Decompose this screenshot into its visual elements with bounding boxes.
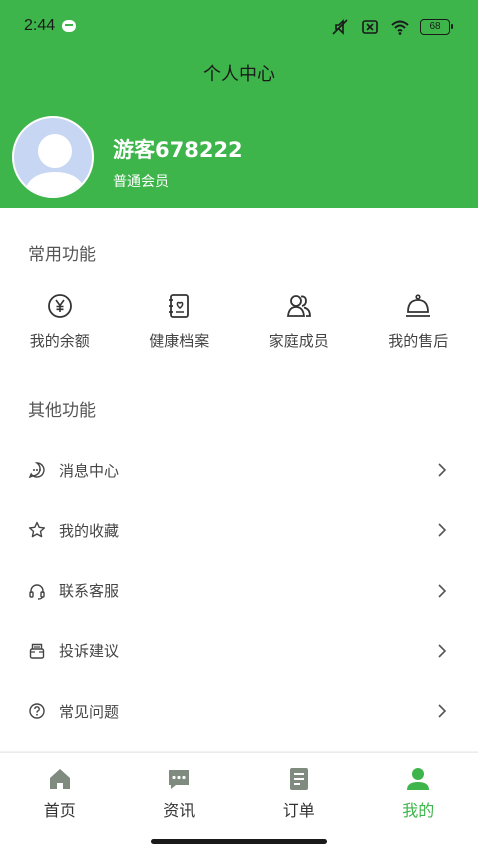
- features-card: 常用功能 我的余额 健康档案 家庭成员 我的售后 其他功能 消息中心 我的收藏 …: [0, 208, 478, 751]
- common-features-title: 常用功能: [28, 245, 96, 265]
- headset-icon: [29, 583, 45, 600]
- battery-indicator: 68: [420, 19, 453, 35]
- news-icon: [169, 770, 190, 789]
- tab-label: 首页: [43, 801, 76, 820]
- wifi-icon: [391, 20, 409, 35]
- health-record-icon: [169, 294, 190, 318]
- bottom-tab-bar: 首页 资讯 订单 我的: [0, 752, 478, 850]
- list-item-label: 我的收藏: [59, 521, 120, 540]
- message-icon: [28, 462, 45, 479]
- feature-after-sales[interactable]: 我的售后: [359, 292, 478, 362]
- list-item-label: 常见问题: [59, 702, 120, 721]
- tab-news[interactable]: 资讯: [120, 753, 240, 823]
- chevron-right-icon: [438, 523, 447, 537]
- tab-label: 我的: [402, 801, 435, 820]
- user-name: 游客678222: [113, 138, 243, 162]
- feature-label: 我的售后: [388, 332, 449, 350]
- list-item-message-center[interactable]: 消息中心: [0, 440, 478, 500]
- home-icon: [49, 769, 70, 789]
- list-item-my-favorites[interactable]: 我的收藏: [0, 500, 478, 560]
- feature-label: 我的余额: [29, 332, 90, 350]
- chevron-right-icon: [438, 644, 447, 658]
- feature-health-record[interactable]: 健康档案: [120, 292, 240, 362]
- chevron-right-icon: [438, 704, 447, 718]
- tab-label: 订单: [282, 801, 315, 820]
- tab-home[interactable]: 首页: [0, 753, 120, 823]
- page-title: 个人中心: [203, 64, 275, 85]
- feature-label: 健康档案: [149, 332, 210, 350]
- list-item-contact-service[interactable]: 联系客服: [0, 561, 478, 621]
- home-indicator[interactable]: [151, 839, 327, 844]
- feature-family-members[interactable]: 家庭成员: [239, 292, 359, 362]
- list-item-complaints[interactable]: 投诉建议: [0, 621, 478, 681]
- profile-icon: [407, 768, 430, 790]
- star-icon: [28, 522, 46, 538]
- common-features-grid: 我的余额 健康档案 家庭成员 我的售后: [0, 292, 478, 362]
- default-avatar-icon: [23, 134, 87, 196]
- status-icons: 68: [330, 16, 453, 38]
- list-item-label: 投诉建议: [59, 642, 120, 661]
- list-item-faq[interactable]: 常见问题: [0, 681, 478, 741]
- profile-header: 2:44 68 个人中心 游客678222 普通会员: [0, 0, 478, 208]
- tab-profile[interactable]: 我的: [359, 753, 478, 823]
- yen-icon: [47, 294, 72, 318]
- chevron-right-icon: [438, 463, 447, 477]
- wechat-notification-icon: [62, 20, 76, 32]
- question-icon: [29, 703, 45, 719]
- complaint-icon: [29, 643, 45, 659]
- family-members-icon: [286, 295, 311, 317]
- other-features-list: 消息中心 我的收藏 联系客服 投诉建议 常见问题: [0, 440, 478, 741]
- list-item-label: 消息中心: [59, 461, 120, 480]
- tab-orders[interactable]: 订单: [239, 753, 359, 823]
- status-bar: 2:44 68: [0, 0, 478, 56]
- other-features-title: 其他功能: [28, 401, 96, 421]
- feature-label: 家庭成员: [268, 332, 329, 350]
- status-time: 2:44: [24, 17, 56, 34]
- avatar[interactable]: [12, 116, 94, 198]
- chevron-right-icon: [438, 584, 447, 598]
- service-bell-icon: [406, 294, 431, 317]
- no-sim-icon: [362, 20, 378, 34]
- tab-label: 资讯: [163, 801, 196, 820]
- order-icon: [289, 768, 308, 790]
- mute-icon: [332, 19, 348, 35]
- member-level: 普通会员: [113, 174, 169, 190]
- feature-my-balance[interactable]: 我的余额: [0, 292, 120, 362]
- list-item-label: 联系客服: [59, 582, 120, 601]
